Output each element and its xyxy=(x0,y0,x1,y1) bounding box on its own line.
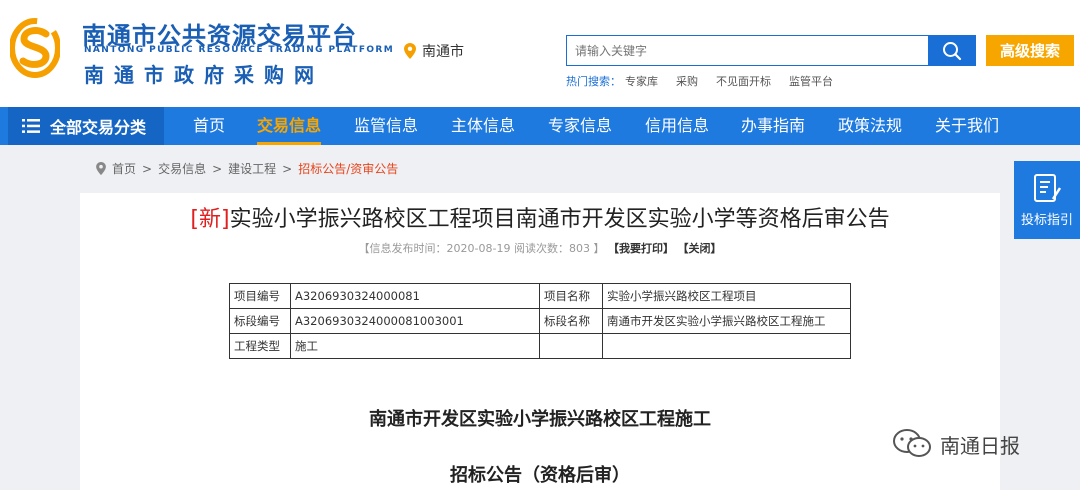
document-edit-icon xyxy=(1034,173,1061,202)
table-cell: 标段名称 xyxy=(539,308,603,334)
site-logo-icon[interactable] xyxy=(10,18,60,78)
menu-list-icon xyxy=(22,119,40,133)
breadcrumb-separator: > xyxy=(282,161,293,176)
nav-item-credit-info[interactable]: 信用信息 xyxy=(645,107,709,145)
project-info-table: 项目编号 A3206930324000081 项目名称 实验小学振兴路校区工程项… xyxy=(229,283,851,359)
hot-search-label: 热门搜索： xyxy=(566,75,621,88)
search-button[interactable] xyxy=(928,35,976,66)
table-cell: 南通市开发区实验小学振兴路校区工程施工 xyxy=(602,308,851,334)
search-input[interactable] xyxy=(566,35,928,66)
table-cell: 实验小学振兴路校区工程项目 xyxy=(602,283,851,309)
article-title: [新]实验小学振兴路校区工程项目南通市开发区实验小学等资格后审公告 xyxy=(80,201,1000,233)
breadcrumb: 首页 > 交易信息 > 建设工程 > 招标公告/资审公告 xyxy=(96,160,398,177)
breadcrumb-trading-info[interactable]: 交易信息 xyxy=(158,160,206,177)
close-link[interactable]: 【关闭】 xyxy=(677,242,721,255)
nav-item-entity-info[interactable]: 主体信息 xyxy=(451,107,515,145)
hot-search-item[interactable]: 不见面开标 xyxy=(716,73,771,89)
table-cell: A3206930324000081003001 xyxy=(290,308,540,334)
advanced-search-button[interactable]: 高级搜索 xyxy=(986,35,1074,66)
breadcrumb-separator: > xyxy=(212,161,223,176)
site-subtitle: 南通市政府采购网 xyxy=(84,63,324,87)
main-nav: 全部交易分类 首页 交易信息 监管信息 主体信息 专家信息 信用信息 办事指南 … xyxy=(0,107,1080,145)
hot-search-item[interactable]: 采购 xyxy=(676,73,698,89)
nav-item-supervision-info[interactable]: 监管信息 xyxy=(354,107,418,145)
table-row: 项目编号 A3206930324000081 项目名称 实验小学振兴路校区工程项… xyxy=(229,283,851,309)
table-cell: 施工 xyxy=(290,333,540,359)
nav-item-expert-info[interactable]: 专家信息 xyxy=(548,107,612,145)
table-row: 标段编号 A3206930324000081003001 标段名称 南通市开发区… xyxy=(229,308,851,334)
table-cell xyxy=(539,333,603,359)
table-cell xyxy=(602,333,851,359)
site-title-en: NANTONG PUBLIC RESOURCE TRADING PLATFORM xyxy=(84,45,395,55)
hot-search: 热门搜索： 专家库 采购 不见面开标 监管平台 xyxy=(566,73,833,89)
watermark: 南通日报 xyxy=(892,428,1020,460)
hot-search-item[interactable]: 专家库 xyxy=(625,73,658,89)
article-panel: [新]实验小学振兴路校区工程项目南通市开发区实验小学等资格后审公告 【信息发布时… xyxy=(80,193,1000,490)
nav-item-policy[interactable]: 政策法规 xyxy=(838,107,902,145)
table-cell: 标段编号 xyxy=(229,308,291,334)
breadcrumb-separator: > xyxy=(142,161,153,176)
location-pin-icon xyxy=(96,162,106,175)
bid-guide-label: 投标指引 xyxy=(1020,212,1073,228)
table-cell: 工程类型 xyxy=(229,333,291,359)
nav-item-about[interactable]: 关于我们 xyxy=(935,107,999,145)
all-categories-button[interactable]: 全部交易分类 xyxy=(8,107,164,145)
breadcrumb-construction[interactable]: 建设工程 xyxy=(228,160,276,177)
document-heading: 南通市开发区实验小学振兴路校区工程施工 xyxy=(369,409,711,430)
map-pin-icon xyxy=(404,43,416,59)
search-icon xyxy=(943,41,962,60)
nav-item-home[interactable]: 首页 xyxy=(193,107,225,145)
new-tag: [新] xyxy=(190,207,230,232)
article-title-text: 实验小学振兴路校区工程项目南通市开发区实验小学等资格后审公告 xyxy=(229,207,890,232)
breadcrumb-current[interactable]: 招标公告/资审公告 xyxy=(298,160,398,177)
site-header: 南通市公共资源交易平台 NANTONG PUBLIC RESOURCE TRAD… xyxy=(0,0,1080,107)
location-selector[interactable]: 南通市 xyxy=(404,41,464,61)
watermark-text: 南通日报 xyxy=(940,433,1020,458)
document-subheading: 招标公告（资格后审） xyxy=(450,465,630,486)
table-cell: 项目名称 xyxy=(539,283,603,309)
nav-item-guide[interactable]: 办事指南 xyxy=(741,107,805,145)
hot-search-item[interactable]: 监管平台 xyxy=(789,73,833,89)
breadcrumb-home[interactable]: 首页 xyxy=(112,160,136,177)
table-row: 工程类型 施工 xyxy=(229,333,851,359)
article-meta: 【信息发布时间：2020-08-19 阅读次数：803 】 【我要打印】 【关闭… xyxy=(80,240,1000,256)
table-cell: 项目编号 xyxy=(229,283,291,309)
bid-guide-button[interactable]: 投标指引 xyxy=(1014,161,1080,239)
wechat-icon xyxy=(893,429,931,457)
table-cell: A3206930324000081 xyxy=(290,283,540,309)
all-categories-label: 全部交易分类 xyxy=(50,118,147,137)
location-label: 南通市 xyxy=(422,44,464,60)
publish-info: 【信息发布时间：2020-08-19 阅读次数：803 】 xyxy=(358,242,605,255)
nav-item-trading-info[interactable]: 交易信息 xyxy=(257,107,322,145)
print-link[interactable]: 【我要打印】 xyxy=(608,242,674,255)
